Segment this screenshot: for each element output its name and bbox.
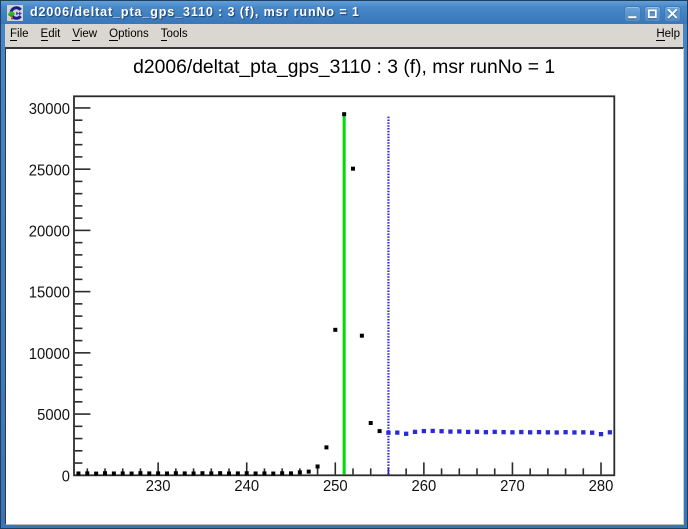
menu-item-edit[interactable]: Edit xyxy=(41,28,61,40)
data-point-series-0 xyxy=(236,471,240,475)
data-point-series-1 xyxy=(386,430,390,434)
close-button[interactable] xyxy=(664,6,681,22)
minimize-button[interactable] xyxy=(624,6,641,22)
data-point-series-0 xyxy=(112,471,116,475)
data-point-series-1 xyxy=(608,430,612,434)
data-point-series-1 xyxy=(430,428,434,432)
menu-item-view[interactable]: View xyxy=(72,28,97,40)
data-point-series-0 xyxy=(147,471,151,475)
data-point-series-0 xyxy=(377,429,381,433)
data-point-series-0 xyxy=(245,471,249,475)
data-point-series-1 xyxy=(537,429,541,433)
y-axis-tick-label: 15000 xyxy=(29,284,70,301)
menu-item-file[interactable]: File xyxy=(10,28,29,40)
data-point-series-0 xyxy=(227,471,231,475)
plot-canvas[interactable]: 230 240 250 260 270 280 0 5000 10000 15000 20000 25… xyxy=(5,47,684,525)
data-point-series-1 xyxy=(546,430,550,434)
data-point-series-1 xyxy=(484,430,488,434)
menubar: File Edit View Options Tools Help xyxy=(5,24,683,47)
root-canvas-window: d2006/deltat_pta_gps_3110 : 3 (f), msr r… xyxy=(0,0,688,529)
data-point-series-0 xyxy=(324,445,328,449)
menu-item-help[interactable]: Help xyxy=(656,28,683,40)
data-point-series-0 xyxy=(307,469,311,473)
data-point-series-1 xyxy=(554,430,558,434)
data-point-series-1 xyxy=(466,429,470,433)
y-axis-tick-label: 10000 xyxy=(29,345,70,362)
y-axis-tick-label: 5000 xyxy=(37,407,70,424)
plot-svg: 230 240 250 260 270 280 0 5000 10000 15000 20000 25… xyxy=(5,47,684,525)
data-point-series-0 xyxy=(200,471,204,475)
y-axis-tick-label: 25000 xyxy=(29,162,70,179)
maximize-button[interactable] xyxy=(644,6,661,22)
x-axis-tick-label: 270 xyxy=(500,478,525,495)
data-point-series-0 xyxy=(315,464,319,468)
data-point-series-1 xyxy=(563,430,567,434)
close-icon xyxy=(667,9,678,19)
data-point-series-0 xyxy=(369,421,373,425)
data-point-series-1 xyxy=(599,432,603,436)
data-point-series-0 xyxy=(298,470,302,474)
data-point-series-0 xyxy=(103,471,107,475)
data-point-series-0 xyxy=(262,471,266,475)
data-point-series-0 xyxy=(94,471,98,475)
menu-item-tools[interactable]: Tools xyxy=(161,28,188,40)
data-point-series-1 xyxy=(492,429,496,433)
data-point-series-1 xyxy=(519,429,523,433)
x-axis-tick-label: 250 xyxy=(323,478,348,495)
data-point-series-0 xyxy=(280,471,284,475)
data-point-series-0 xyxy=(174,471,178,475)
x-axis-tick-label: 280 xyxy=(588,478,613,495)
root-logo-icon xyxy=(7,5,23,21)
menu-items: File Edit View Options Tools xyxy=(5,28,200,40)
window-title: d2006/deltat_pta_gps_3110 : 3 (f), msr r… xyxy=(30,5,360,19)
data-point-series-0 xyxy=(138,471,142,475)
data-point-series-0 xyxy=(253,471,257,475)
data-point-series-0 xyxy=(129,471,133,475)
data-point-series-1 xyxy=(501,429,505,433)
data-point-series-0 xyxy=(121,471,125,475)
menu-item-options[interactable]: Options xyxy=(109,28,149,40)
data-point-series-1 xyxy=(413,429,417,433)
data-point-series-1 xyxy=(528,430,532,434)
minimize-icon xyxy=(627,9,638,19)
x-axis-tick-label: 240 xyxy=(234,478,259,495)
titlebar[interactable]: d2006/deltat_pta_gps_3110 : 3 (f), msr r… xyxy=(1,1,687,24)
data-point-series-0 xyxy=(271,471,275,475)
x-axis-tick-label: 260 xyxy=(411,478,436,495)
data-point-series-1 xyxy=(422,428,426,432)
data-point-series-1 xyxy=(572,430,576,434)
y-axis-tick-label: 20000 xyxy=(29,223,70,240)
y-axis-tick-label: 0 xyxy=(62,468,70,485)
maximize-icon xyxy=(647,9,658,19)
data-point-series-0 xyxy=(165,471,169,475)
data-point-series-1 xyxy=(448,429,452,433)
data-point-series-0 xyxy=(218,471,222,475)
x-axis-tick-label: 230 xyxy=(146,478,171,495)
data-point-series-1 xyxy=(404,431,408,435)
data-point-series-0 xyxy=(342,112,346,116)
data-point-series-1 xyxy=(475,429,479,433)
data-point-series-0 xyxy=(156,471,160,475)
data-point-series-0 xyxy=(209,471,213,475)
data-point-series-0 xyxy=(360,333,364,337)
data-point-series-0 xyxy=(85,471,89,475)
data-point-series-0 xyxy=(351,166,355,170)
data-point-series-0 xyxy=(183,471,187,475)
data-point-series-1 xyxy=(590,430,594,434)
data-point-series-0 xyxy=(289,471,293,475)
data-point-series-1 xyxy=(510,430,514,434)
y-axis-tick-label: 30000 xyxy=(29,101,70,118)
data-point-series-1 xyxy=(581,430,585,434)
data-point-series-0 xyxy=(333,327,337,331)
data-point-series-1 xyxy=(395,430,399,434)
data-point-series-0 xyxy=(191,471,195,475)
data-point-series-1 xyxy=(439,429,443,433)
data-point-series-0 xyxy=(76,471,80,475)
plot-title: d2006/deltat_pta_gps_3110 : 3 (f), msr r… xyxy=(133,56,555,78)
data-point-series-1 xyxy=(457,429,461,433)
